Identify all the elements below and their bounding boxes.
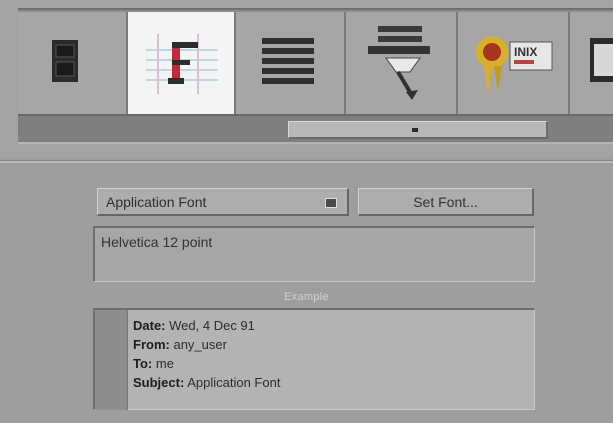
toolbar-scrollbar[interactable] bbox=[18, 114, 613, 144]
printer-icon bbox=[368, 26, 430, 100]
example-key: Subject: bbox=[133, 375, 185, 390]
scroll-thumb[interactable] bbox=[288, 121, 548, 139]
example-preview: Date: Wed, 4 Dec 91 From: any_user To: m… bbox=[93, 308, 535, 410]
example-key: Date: bbox=[133, 318, 166, 333]
current-font-text: Helvetica 12 point bbox=[101, 234, 213, 250]
example-value: any_user bbox=[173, 337, 227, 352]
font-type-select-value: Application Font bbox=[106, 194, 207, 210]
lines-icon bbox=[262, 38, 314, 84]
speaker-icon bbox=[52, 40, 78, 82]
set-font-button[interactable]: Set Font... bbox=[358, 188, 534, 216]
example-gutter bbox=[95, 310, 128, 410]
current-font-display: Helvetica 12 point bbox=[93, 226, 535, 282]
font-type-select[interactable]: Application Font bbox=[97, 188, 349, 216]
tool-award[interactable]: INIX bbox=[458, 12, 570, 114]
example-line-to: To: me bbox=[133, 354, 280, 373]
preferences-toolbar: INIX bbox=[0, 0, 613, 158]
tool-monitor[interactable] bbox=[570, 12, 613, 114]
tool-font[interactable] bbox=[128, 12, 236, 114]
example-label: Example bbox=[284, 291, 329, 303]
example-value: me bbox=[155, 356, 174, 371]
dropdown-arrow-icon bbox=[325, 198, 337, 208]
monitor-icon bbox=[590, 38, 613, 82]
example-key: From: bbox=[133, 337, 170, 352]
example-value: Wed, 4 Dec 91 bbox=[169, 318, 255, 333]
scroll-grip-icon bbox=[412, 128, 418, 132]
award-icon: INIX bbox=[476, 36, 553, 94]
example-line-date: Date: Wed, 4 Dec 91 bbox=[133, 316, 280, 335]
tool-lines[interactable] bbox=[236, 12, 346, 114]
tool-icon-strip: INIX bbox=[18, 8, 613, 116]
example-value: Application Font bbox=[187, 375, 281, 390]
example-line-subject: Subject: Application Font bbox=[133, 373, 280, 392]
example-key: To: bbox=[133, 356, 153, 371]
example-line-from: From: any_user bbox=[133, 335, 280, 354]
tool-speaker[interactable] bbox=[18, 12, 128, 114]
tool-printer[interactable] bbox=[346, 12, 458, 114]
svg-text:INIX: INIX bbox=[514, 45, 537, 59]
example-lines: Date: Wed, 4 Dec 91 From: any_user To: m… bbox=[133, 316, 280, 392]
font-icon bbox=[146, 34, 218, 94]
